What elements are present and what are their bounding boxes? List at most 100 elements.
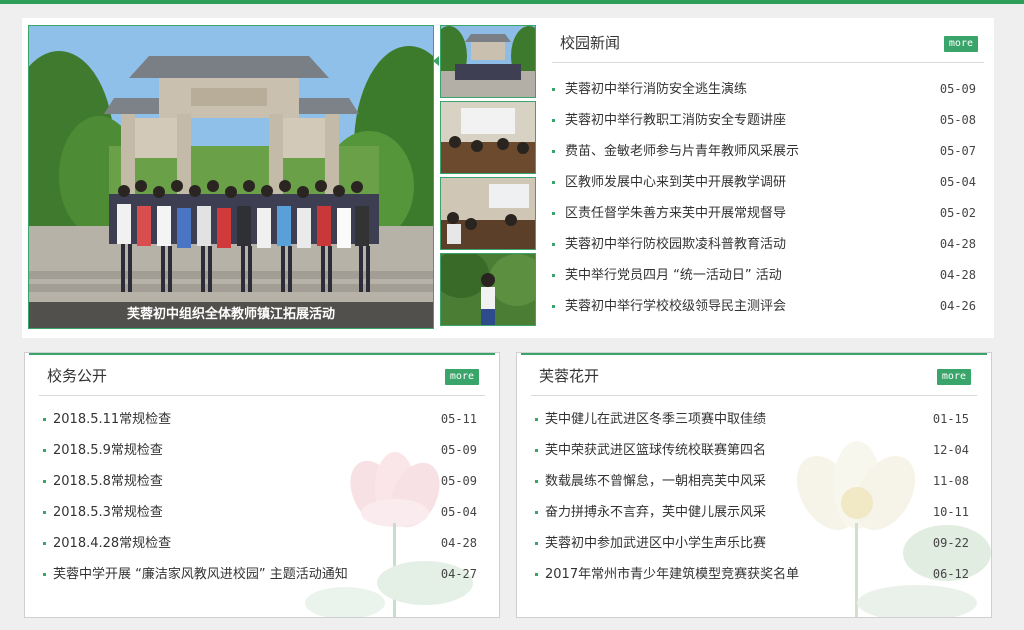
news-link[interactable]: 芙蓉初中举行学校校级领导民主测评会 — [565, 291, 786, 322]
panel-top-border — [521, 353, 987, 355]
affair-link[interactable]: 2018.4.28常规检查 — [53, 528, 171, 559]
bloom-date: 09-22 — [932, 536, 969, 550]
active-thumb-pointer — [433, 56, 439, 66]
affair-link[interactable]: 2018.5.3常规检查 — [53, 497, 163, 528]
bullet-icon — [535, 449, 538, 452]
thumbnail-image — [441, 26, 535, 97]
news-link[interactable]: 费苗、金敏老师参与片青年教师风采展示 — [565, 136, 799, 167]
bloom-link[interactable]: 奋力拼搏永不言弃，芙中健儿展示风采 — [545, 497, 766, 528]
slideshow-thumbnail-4[interactable] — [440, 253, 536, 326]
news-date: 04-28 — [939, 237, 976, 251]
campus-news-panel: 校园新闻 more 芙蓉初中举行消防安全逃生演练 05-09 芙蓉初中举行教职工消… — [552, 28, 984, 322]
bloom-date: 10-11 — [932, 505, 969, 519]
list-item[interactable]: 芙蓉中学开展 “廉洁家风教风进校园” 主题活动通知 04-27 — [43, 559, 485, 590]
campus-news-header: 校园新闻 more — [552, 28, 984, 63]
bloom-date: 12-04 — [932, 443, 969, 457]
news-date: 05-07 — [939, 144, 976, 158]
list-item[interactable]: 2017年常州市青少年建筑模型竞赛获奖名单 06-12 — [535, 559, 977, 590]
list-item[interactable]: 芙中举行党员四月 “统一活动日” 活动 04-28 — [552, 260, 984, 291]
bullet-icon — [43, 418, 46, 421]
slideshow-main-photo[interactable]: 芙蓉初中组织全体教师镇江拓展活动 — [28, 25, 434, 329]
list-item[interactable]: 芙蓉初中举行防校园欺凌科普教育活动 04-28 — [552, 229, 984, 260]
top-accent-bar — [0, 0, 1024, 4]
news-date: 05-02 — [939, 206, 976, 220]
bullet-icon — [552, 212, 555, 215]
bloom-link[interactable]: 芙蓉初中参加武进区中小学生声乐比赛 — [545, 528, 766, 559]
news-link[interactable]: 芙中举行党员四月 “统一活动日” 活动 — [565, 260, 782, 291]
list-item[interactable]: 芙中健儿在武进区冬季三项赛中取佳绩 01-15 — [535, 404, 977, 435]
school-affairs-more-button[interactable]: more — [444, 369, 479, 385]
bullet-icon — [552, 88, 555, 91]
bloom-date: 06-12 — [932, 567, 969, 581]
school-affairs-panel: 校务公开 more 2018.5.11常规检查 05-11 2018.5.9常规检… — [24, 352, 500, 618]
affair-link[interactable]: 2018.5.8常规检查 — [53, 466, 163, 497]
slideshow-thumbnail-2[interactable] — [440, 101, 536, 174]
list-item[interactable]: 2018.5.3常规检查 05-04 — [43, 497, 485, 528]
bloom-link[interactable]: 2017年常州市青少年建筑模型竞赛获奖名单 — [545, 559, 799, 590]
slideshow-thumbnail-3[interactable] — [440, 177, 536, 250]
list-item[interactable]: 芙蓉初中举行消防安全逃生演练 05-09 — [552, 74, 984, 105]
school-affairs-list: 2018.5.11常规检查 05-11 2018.5.9常规检查 05-09 201… — [43, 404, 485, 590]
furong-bloom-title: 芙蓉花开 — [539, 367, 600, 385]
news-date: 05-09 — [939, 82, 976, 96]
news-link[interactable]: 芙蓉初中举行防校园欺凌科普教育活动 — [565, 229, 786, 260]
slideshow-caption[interactable]: 芙蓉初中组织全体教师镇江拓展活动 — [29, 302, 433, 328]
bullet-icon — [535, 542, 538, 545]
bullet-icon — [535, 480, 538, 483]
list-item[interactable]: 2018.4.28常规检查 04-28 — [43, 528, 485, 559]
affair-date: 05-11 — [440, 412, 477, 426]
list-item[interactable]: 2018.5.8常规检查 05-09 — [43, 466, 485, 497]
affair-date: 04-27 — [440, 567, 477, 581]
list-item[interactable]: 芙中荣获武进区篮球传统校联赛第四名 12-04 — [535, 435, 977, 466]
bloom-link[interactable]: 数载晨练不曾懈怠，一朝相亮芙中风采 — [545, 466, 766, 497]
bullet-icon — [552, 181, 555, 184]
news-date: 05-04 — [939, 175, 976, 189]
bullet-icon — [43, 449, 46, 452]
affair-link[interactable]: 芙蓉中学开展 “廉洁家风教风进校园” 主题活动通知 — [53, 559, 348, 590]
affair-link[interactable]: 2018.5.11常规检查 — [53, 404, 171, 435]
affair-link[interactable]: 2018.5.9常规检查 — [53, 435, 163, 466]
list-item[interactable]: 2018.5.11常规检查 05-11 — [43, 404, 485, 435]
furong-bloom-list: 芙中健儿在武进区冬季三项赛中取佳绩 01-15 芙中荣获武进区篮球传统校联赛第四名… — [535, 404, 977, 590]
campus-news-title: 校园新闻 — [560, 34, 621, 52]
thumbnail-image — [441, 178, 535, 249]
list-item[interactable]: 区教师发展中心来到芙中开展教学调研 05-04 — [552, 167, 984, 198]
affair-date: 05-09 — [440, 443, 477, 457]
thumbnail-image — [441, 102, 535, 173]
list-item[interactable]: 芙蓉初中参加武进区中小学生声乐比赛 09-22 — [535, 528, 977, 559]
list-item[interactable]: 奋力拼搏永不言弃，芙中健儿展示风采 10-11 — [535, 497, 977, 528]
news-date: 04-26 — [939, 299, 976, 313]
bloom-link[interactable]: 芙中健儿在武进区冬季三项赛中取佳绩 — [545, 404, 766, 435]
affair-date: 05-04 — [440, 505, 477, 519]
furong-bloom-more-button[interactable]: more — [936, 369, 971, 385]
list-item[interactable]: 2018.5.9常规检查 05-09 — [43, 435, 485, 466]
list-item[interactable]: 费苗、金敏老师参与片青年教师风采展示 05-07 — [552, 136, 984, 167]
bullet-icon — [552, 150, 555, 153]
news-link[interactable]: 芙蓉初中举行教职工消防安全专题讲座 — [565, 105, 786, 136]
list-item[interactable]: 数载晨练不曾懈怠，一朝相亮芙中风采 11-08 — [535, 466, 977, 497]
affair-date: 04-28 — [440, 536, 477, 550]
furong-bloom-panel: 芙蓉花开 more 芙中健儿在武进区冬季三项赛中取佳绩 01-15 芙中荣获武进区… — [516, 352, 992, 618]
bullet-icon — [535, 418, 538, 421]
thumbnail-image — [441, 254, 535, 325]
news-link[interactable]: 区教师发展中心来到芙中开展教学调研 — [565, 167, 786, 198]
bullet-icon — [552, 274, 555, 277]
bullet-icon — [552, 243, 555, 246]
bullet-icon — [43, 573, 46, 576]
bloom-date: 11-08 — [932, 474, 969, 488]
bloom-link[interactable]: 芙中荣获武进区篮球传统校联赛第四名 — [545, 435, 766, 466]
news-link[interactable]: 区责任督学朱善方来芙中开展常规督导 — [565, 198, 786, 229]
campus-news-list: 芙蓉初中举行消防安全逃生演练 05-09 芙蓉初中举行教职工消防安全专题讲座 05-… — [552, 74, 984, 322]
group-photo-image — [29, 26, 433, 328]
news-date: 04-28 — [939, 268, 976, 282]
news-link[interactable]: 芙蓉初中举行消防安全逃生演练 — [565, 74, 747, 105]
slideshow-thumbnail-1[interactable] — [440, 25, 536, 98]
furong-bloom-header: 芙蓉花开 more — [531, 361, 977, 396]
school-affairs-title: 校务公开 — [47, 367, 108, 385]
campus-news-more-button[interactable]: more — [943, 36, 978, 52]
bullet-icon — [43, 511, 46, 514]
panel-top-border — [29, 353, 495, 355]
list-item[interactable]: 芙蓉初中举行教职工消防安全专题讲座 05-08 — [552, 105, 984, 136]
list-item[interactable]: 区责任督学朱善方来芙中开展常规督导 05-02 — [552, 198, 984, 229]
list-item[interactable]: 芙蓉初中举行学校校级领导民主测评会 04-26 — [552, 291, 984, 322]
